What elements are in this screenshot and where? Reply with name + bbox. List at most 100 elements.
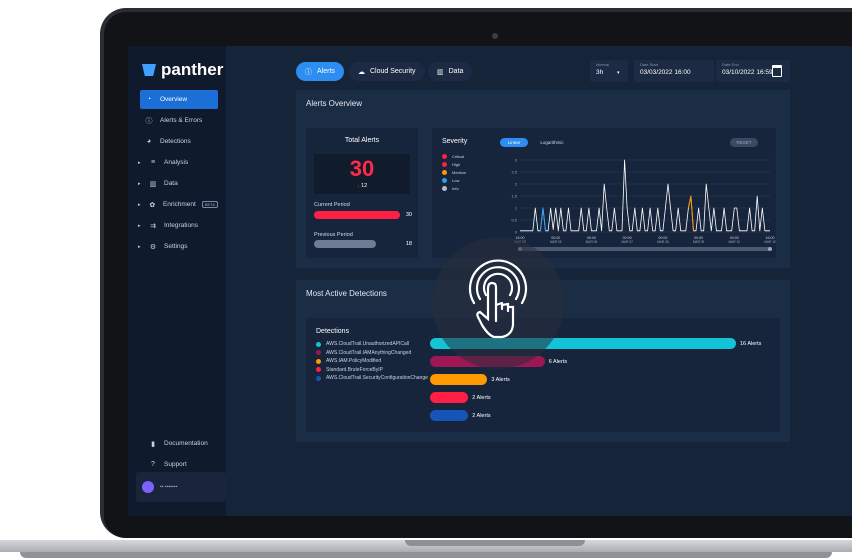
y-tick-label: 1 [515, 206, 518, 211]
beta-badge: BETA [201, 201, 218, 208]
sidebar-item-settings[interactable]: ▸ ⚙ Settings [138, 237, 218, 256]
chevron-right-icon: ▸ [138, 159, 141, 166]
interval-label: Interval [596, 62, 610, 67]
legend-item-low[interactable]: Low [442, 176, 466, 184]
detection-bar[interactable] [430, 392, 469, 403]
settings-icon: ⚙ [149, 243, 157, 251]
current-period-value: 30 [405, 212, 412, 218]
date-start-label: Date Start [640, 62, 659, 67]
tab-data[interactable]: ▥ Data [428, 62, 473, 81]
y-tick-label: 3 [515, 158, 518, 163]
legend-item-critical[interactable]: Critical [442, 152, 466, 160]
avatar [142, 481, 154, 493]
legend-item[interactable]: AWS.CloudTrail.SecurityConfigurationChan… [316, 374, 428, 383]
panther-logo[interactable]: panther [142, 60, 223, 80]
sidebar-footer: ▮ Documentation ? Support [144, 434, 224, 476]
brand-name: panther [161, 60, 224, 79]
data-icon: ▥ [437, 68, 444, 76]
detections-icon: ◕ [146, 138, 152, 145]
detection-bar[interactable] [430, 374, 488, 385]
detections-legend-title: Detections [316, 328, 350, 335]
book-icon: ▮ [151, 440, 155, 448]
touch-indicator [432, 237, 564, 369]
sidebar-item-integrations[interactable]: ▸ ⇉ Integrations [138, 216, 218, 235]
y-tick-label: 2.5 [511, 170, 517, 175]
previous-period-label: Previous Period [314, 232, 353, 238]
detection-bar-label: 3 Alerts [491, 377, 510, 383]
y-tick-label: 2 [515, 182, 518, 187]
data-icon: ▥ [149, 180, 157, 188]
laptop-base [0, 540, 852, 560]
legend-item[interactable]: AWS.CloudTrail.UnauthorizedAPICall [316, 340, 428, 349]
reset-button[interactable]: RESET [730, 138, 758, 147]
legend-item-medium[interactable]: Medium [442, 168, 466, 176]
legend-item[interactable]: Standard.BruteForceByIP [316, 366, 428, 375]
detections-legend: AWS.CloudTrail.UnauthorizedAPICall AWS.C… [316, 340, 428, 383]
y-tick-label: 0.5 [511, 218, 517, 223]
tab-label: Data [448, 68, 464, 75]
interval-select[interactable]: Interval 3h ▾ [590, 60, 628, 82]
date-start-value: 03/03/2022 16:00 [640, 69, 691, 76]
legend-item-high[interactable]: High [442, 160, 466, 168]
x-tick-date: MAR 09 [693, 240, 705, 244]
sidebar-item-detections[interactable]: ◕ Detections [140, 132, 218, 151]
tab-cloud-security[interactable]: ☁ Cloud Security [349, 62, 425, 81]
sidebar-item-analysis[interactable]: ▸ ≡ Analysis [138, 153, 218, 172]
tab-label: Alerts [317, 68, 335, 75]
panel-title: Alerts Overview [306, 99, 363, 108]
y-tick-label: 1.5 [511, 194, 517, 199]
sidebar-item-label: Support [164, 461, 187, 468]
sidebar-item-documentation[interactable]: ▮ Documentation [144, 434, 224, 453]
alert-icon: ⓘ [145, 117, 153, 125]
sidebar-item-label: Integrations [164, 222, 198, 229]
x-tick-date: MAR 08 [657, 240, 669, 244]
chevron-right-icon: ▸ [138, 222, 141, 229]
user-menu[interactable]: ▪▪ ▪▪▪▪▪▪▪ [136, 472, 226, 502]
chevron-right-icon: ▸ [138, 201, 141, 208]
camera-icon [492, 33, 498, 39]
sidebar-item-label: Analysis [164, 159, 189, 166]
linear-scale-toggle[interactable]: Linear [500, 138, 528, 147]
user-name: ▪▪ ▪▪▪▪▪▪▪ [160, 484, 178, 490]
detection-bar[interactable] [430, 410, 469, 421]
legend-item-info[interactable]: Info [442, 184, 466, 192]
sidebar-item-label: Settings [164, 243, 188, 250]
x-tick-date: MAR 06 [586, 240, 598, 244]
sidebar-item-enrichment[interactable]: ▸ ✿ Enrichment BETA [138, 195, 218, 214]
previous-period-bar [314, 240, 376, 248]
severity-legend: Critical High Medium Low Info [442, 152, 466, 192]
sidebar: panther ◔ Overview ⓘ Alerts & Errors ◕ D… [128, 46, 226, 516]
sidebar-item-label: Detections [160, 138, 191, 145]
current-period-label: Current Period [314, 202, 350, 208]
date-start-field[interactable]: Date Start 03/03/2022 16:00 [634, 60, 714, 82]
sidebar-item-label: Documentation [164, 440, 208, 447]
calendar-icon[interactable] [772, 65, 782, 77]
total-alerts-title: Total Alerts [344, 137, 380, 144]
log-scale-toggle[interactable]: Logarithmic [532, 138, 572, 147]
chevron-down-icon: ▾ [617, 70, 620, 76]
sidebar-item-alerts-errors[interactable]: ⓘ Alerts & Errors [140, 111, 218, 130]
overview-icon: ◔ [146, 96, 152, 103]
panel-title: Most Active Detections [306, 289, 387, 298]
panther-logo-icon [142, 64, 156, 76]
sidebar-nav: ◔ Overview ⓘ Alerts & Errors ◕ Detection… [138, 90, 218, 258]
total-alerts-box: 30 ↓ 12 [314, 154, 410, 194]
sidebar-item-label: Alerts & Errors [160, 117, 203, 124]
series-line-medium [687, 195, 694, 231]
legend-item[interactable]: AWS.CloudTrail.IAMAnythingChanged [316, 349, 428, 358]
sidebar-item-overview[interactable]: ◔ Overview [140, 90, 218, 109]
legend-item[interactable]: AWS.IAM.PolicyModified [316, 357, 428, 366]
previous-period-value: 18 [405, 241, 412, 247]
current-period-bar [314, 211, 400, 219]
scrubber-handle[interactable] [768, 247, 772, 251]
total-alerts-card: Total Alerts 30 ↓ 12 Current Period 30 P… [306, 128, 418, 258]
sidebar-item-label: Data [164, 180, 178, 187]
chevron-right-icon: ▸ [138, 180, 141, 187]
y-tick-label: 0 [515, 230, 518, 235]
sidebar-item-data[interactable]: ▸ ▥ Data [138, 174, 218, 193]
tab-alerts[interactable]: ⓘ Alerts [296, 62, 344, 81]
analysis-icon: ≡ [150, 159, 156, 166]
severity-title: Severity [442, 138, 468, 145]
app-screen: panther ◔ Overview ⓘ Alerts & Errors ◕ D… [128, 46, 852, 516]
sidebar-item-label: Enrichment [162, 201, 196, 208]
